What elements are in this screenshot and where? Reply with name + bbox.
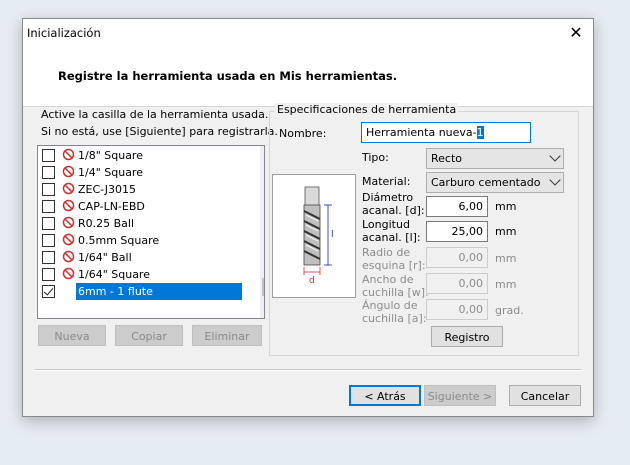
tool-list[interactable]: 1/8" Square 1/4" Square ZEC-J3015 CAP-LN-EB… bbox=[37, 145, 265, 319]
list-item[interactable]: 1/8" Square bbox=[38, 147, 244, 164]
title-bar: Inicialización ✕ bbox=[23, 19, 593, 48]
material-select[interactable]: Carburo cementado bbox=[426, 172, 564, 193]
type-label: Tipo: bbox=[362, 151, 389, 164]
prohibited-icon bbox=[62, 182, 75, 195]
header-panel: Registre la herramienta usada en Mis her… bbox=[23, 48, 593, 107]
back-button[interactable]: < Atrás bbox=[349, 385, 421, 406]
window-title: Inicialización bbox=[27, 26, 101, 40]
prohibited-icon bbox=[62, 250, 75, 263]
scroll-up-icon[interactable]: ︿ bbox=[260, 146, 265, 163]
prohibited-icon bbox=[62, 216, 75, 229]
new-tool-button[interactable]: Nueva bbox=[38, 325, 106, 346]
material-label: Material: bbox=[362, 175, 411, 188]
width-unit: mm bbox=[495, 278, 517, 291]
list-item-label: 6mm - 1 flute bbox=[76, 283, 242, 300]
length-input[interactable]: 25,00 bbox=[426, 221, 488, 242]
intro-line-1: Active la casilla de la herramienta usad… bbox=[41, 108, 269, 121]
tool-checkbox[interactable] bbox=[42, 149, 55, 162]
cancel-button[interactable]: Cancelar bbox=[509, 385, 581, 406]
chevron-down-icon bbox=[549, 150, 561, 162]
diameter-label-line2: acanal. [d]: bbox=[362, 204, 425, 217]
diameter-dimension-label: d bbox=[309, 276, 315, 286]
length-label-line2: acanal. [l]: bbox=[362, 231, 421, 244]
tool-checkbox[interactable] bbox=[42, 268, 55, 281]
list-item[interactable]: 1/4" Square bbox=[38, 164, 244, 181]
prohibited-icon bbox=[62, 199, 75, 212]
tool-checkbox[interactable] bbox=[42, 183, 55, 196]
list-item-label: 0.5mm Square bbox=[78, 234, 160, 247]
length-label-line1: Longitud bbox=[362, 218, 410, 231]
list-item[interactable]: 6mm - 1 flute bbox=[38, 283, 244, 300]
radius-label-line1: Radio de bbox=[362, 246, 411, 259]
footer-separator bbox=[35, 369, 581, 371]
delete-tool-button[interactable]: Eliminar bbox=[192, 325, 262, 346]
header-instruction: Registre la herramienta usada en Mis her… bbox=[58, 69, 398, 83]
diameter-unit: mm bbox=[495, 200, 517, 213]
end-mill-drawing: l d bbox=[303, 186, 334, 286]
radius-unit: mm bbox=[495, 252, 517, 265]
list-item[interactable]: 1/64" Ball bbox=[38, 249, 244, 266]
list-item-label: 1/64" Ball bbox=[78, 251, 132, 264]
angle-label-line2: cuchilla [a]: bbox=[362, 312, 427, 325]
diameter-label-line1: Diámetro bbox=[362, 191, 414, 204]
tool-shank bbox=[304, 186, 320, 208]
length-unit: mm bbox=[495, 225, 517, 238]
list-item-label: 1/8" Square bbox=[78, 149, 143, 162]
prohibited-icon bbox=[62, 165, 75, 178]
tool-checkbox[interactable] bbox=[42, 251, 55, 264]
type-select-value: Recto bbox=[431, 152, 463, 165]
list-item[interactable]: R0.25 Ball bbox=[38, 215, 244, 232]
tool-checkbox[interactable] bbox=[42, 285, 55, 298]
list-item-label: R0.25 Ball bbox=[78, 217, 135, 230]
list-item[interactable]: ZEC-J3015 bbox=[38, 181, 244, 198]
name-label: Nombre: bbox=[279, 127, 327, 140]
list-item-label: 1/4" Square bbox=[78, 166, 143, 179]
list-item[interactable]: CAP-LN-EBD bbox=[38, 198, 244, 215]
tool-spec-group-title: Especificaciones de herramienta bbox=[275, 103, 459, 116]
tool-checkbox[interactable] bbox=[42, 234, 55, 247]
width-label-line2: cuchilla [w]: bbox=[362, 286, 429, 299]
list-item[interactable]: 1/64" Square bbox=[38, 266, 244, 283]
list-item-label: ZEC-J3015 bbox=[78, 183, 136, 196]
name-input[interactable]: Herramienta nueva-1 bbox=[361, 122, 531, 143]
scrollbar-thumb[interactable] bbox=[262, 278, 264, 296]
prohibited-icon bbox=[62, 267, 75, 280]
chevron-down-icon bbox=[549, 174, 561, 186]
length-dimension-label: l bbox=[331, 230, 334, 240]
material-select-value: Carburo cementado bbox=[431, 176, 541, 189]
close-icon[interactable]: ✕ bbox=[563, 21, 589, 45]
type-select[interactable]: Recto bbox=[426, 148, 564, 169]
tool-checkbox[interactable] bbox=[42, 166, 55, 179]
register-button[interactable]: Registro bbox=[431, 326, 503, 347]
scroll-down-icon[interactable]: ﹀ bbox=[260, 301, 265, 318]
radius-input[interactable]: 0,00 bbox=[426, 247, 488, 268]
tool-diagram: l d bbox=[272, 174, 356, 298]
prohibited-icon bbox=[62, 233, 75, 246]
name-input-selection: 1 bbox=[476, 126, 484, 139]
copy-tool-button[interactable]: Copiar bbox=[115, 325, 183, 346]
initialization-dialog: Inicialización ✕ Registre la herramienta… bbox=[22, 18, 594, 417]
angle-label-line1: Ángulo de bbox=[362, 299, 418, 312]
radius-label-line2: esquina [r]: bbox=[362, 259, 426, 272]
next-button[interactable]: Siguiente > bbox=[424, 385, 496, 406]
tool-checkbox[interactable] bbox=[42, 200, 55, 213]
name-input-text: Herramienta nueva- bbox=[366, 126, 477, 139]
angle-unit: grad. bbox=[495, 304, 524, 317]
list-scrollbar[interactable]: ︿ ﹀ bbox=[260, 146, 265, 318]
list-item[interactable]: 0.5mm Square bbox=[38, 232, 244, 249]
width-label-line1: Ancho de bbox=[362, 273, 414, 286]
angle-input[interactable]: 0,00 bbox=[426, 299, 488, 320]
diameter-input[interactable]: 6,00 bbox=[426, 196, 488, 217]
intro-line-2: Si no está, use [Siguiente] para registr… bbox=[41, 125, 278, 138]
width-input[interactable]: 0,00 bbox=[426, 273, 488, 294]
tool-checkbox[interactable] bbox=[42, 217, 55, 230]
list-item-label: CAP-LN-EBD bbox=[78, 200, 145, 213]
list-item-label: 1/64" Square bbox=[78, 268, 150, 281]
prohibited-icon bbox=[62, 148, 75, 161]
